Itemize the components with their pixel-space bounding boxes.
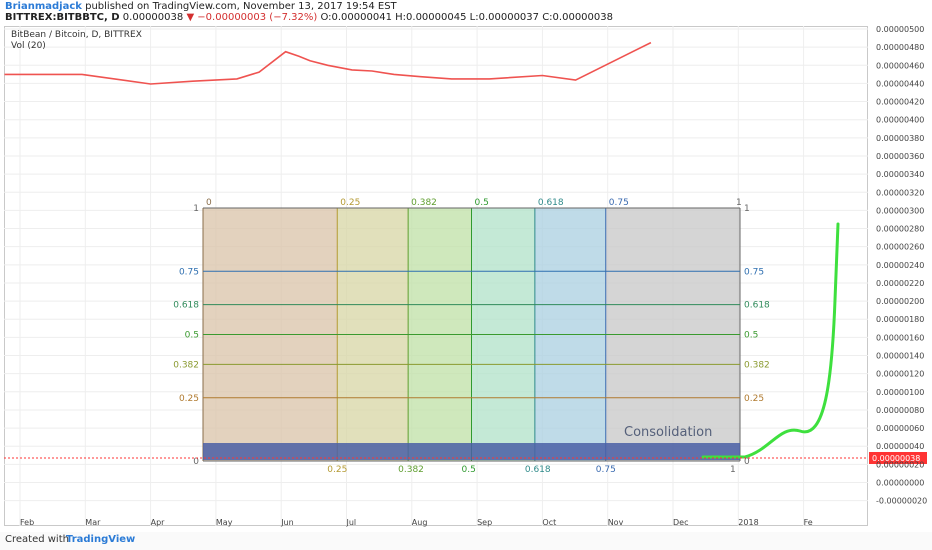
fib-time-label-top: 1 — [736, 198, 742, 208]
y-tick-label: 0.00000440 — [876, 79, 924, 88]
fib-time-label-bottom: 0.382 — [398, 465, 424, 475]
fib-price-label-left: 0.75 — [179, 267, 199, 277]
y-tick-label: 0.00000400 — [876, 116, 924, 125]
x-tick-label: Apr — [151, 518, 166, 527]
y-tick-label: 0.00000160 — [876, 333, 924, 342]
fib-price-label-right: 1 — [744, 204, 750, 214]
consolidation-band — [203, 443, 740, 460]
x-tick-label: Fe — [804, 518, 813, 527]
y-tick-label: 0.00000100 — [876, 388, 924, 397]
fib-time-label-bottom: 1 — [730, 465, 736, 475]
y-tick-label: 0.00000200 — [876, 297, 924, 306]
footer-bar: Created with TradingView — [0, 532, 932, 550]
fib-price-label-right: 0.5 — [744, 331, 758, 341]
fib-price-label-right: 0.75 — [744, 267, 764, 277]
chart-svg: 0 0.25 0.25 0.382 0.382 0.5 0.5 0.618 0.618 0.75 0… — [4, 25, 927, 527]
fib-time-label-top: 0.618 — [538, 198, 564, 208]
y-tick-label: 0.00000420 — [876, 98, 924, 107]
y-tick-label: 0.00000140 — [876, 352, 924, 361]
consolidation-annotation: Consolidation — [624, 425, 712, 440]
y-tick-label: 0.00000500 — [876, 25, 924, 34]
created-with-label: Created with — [5, 534, 69, 545]
fib-time-label-top: 0.5 — [475, 198, 489, 208]
volume-label: Vol (20) — [11, 41, 46, 51]
x-tick-label: May — [216, 518, 233, 527]
fib-price-label-left: 0.618 — [173, 301, 199, 311]
fib-price-label-left: 0.382 — [173, 360, 199, 370]
y-tick-label: 0.00000000 — [876, 479, 924, 488]
fib-price-label-right: 0.25 — [744, 394, 764, 404]
fib-price-label-left: 0.5 — [185, 331, 199, 341]
x-tick-label: Jul — [346, 518, 357, 527]
y-tick-label: 0.00000220 — [876, 279, 924, 288]
x-tick-label: Aug — [412, 518, 428, 527]
x-tick-label: Oct — [542, 518, 556, 527]
series-title: BitBean / Bitcoin, D, BITTREX — [11, 30, 142, 40]
y-tick-label: 0.00000020 — [876, 460, 924, 469]
fib-time-label-top: 0.25 — [340, 198, 360, 208]
y-tick-label: 0.00000360 — [876, 152, 924, 161]
chart-legend: BitBean / Bitcoin, D, BITTREX Vol (20) — [11, 30, 142, 52]
y-tick-label: 0.00000260 — [876, 243, 924, 252]
fib-price-label-right: 0.382 — [744, 360, 770, 370]
fib-time-label-bottom: 0.25 — [327, 465, 347, 475]
y-tick-label: 0.00000180 — [876, 315, 924, 324]
x-tick-label: Feb — [20, 518, 34, 527]
tradingview-logo[interactable]: TradingView — [66, 534, 135, 545]
y-tick-label: 0.00000300 — [876, 206, 924, 215]
x-tick-label: Mar — [85, 518, 101, 527]
y-tick-label: 0.00000120 — [876, 370, 924, 379]
fib-price-label-left: 1 — [193, 204, 199, 214]
fib-price-label-left: 0.25 — [179, 394, 199, 404]
y-tick-label: 0.00000380 — [876, 134, 924, 143]
y-tick-label: 0.00000320 — [876, 188, 924, 197]
x-tick-label: Jun — [280, 518, 294, 527]
fib-time-label-top: 0.75 — [609, 198, 629, 208]
fib-time-label-bottom: 0.5 — [462, 465, 476, 475]
y-tick-label: 0.00000460 — [876, 61, 924, 70]
y-tick-label: 0.00000240 — [876, 261, 924, 270]
y-tick-label: 0.00000060 — [876, 424, 924, 433]
fib-time-label-bottom: 0.618 — [525, 465, 551, 475]
fib-time-label-top: 0 — [206, 198, 212, 208]
fib-time-label-bottom: 0.75 — [596, 465, 616, 475]
y-tick-label: 0.00000340 — [876, 170, 924, 179]
x-tick-label: Nov — [608, 518, 624, 527]
fib-price-label-right: 0.618 — [744, 301, 770, 311]
x-tick-label: Dec — [673, 518, 688, 527]
x-tick-label: 2018 — [738, 518, 758, 527]
x-tick-label: Sep — [477, 518, 492, 527]
y-tick-label: -0.00000020 — [876, 497, 927, 506]
y-tick-label: 0.00000040 — [876, 442, 924, 451]
y-tick-label: 0.00000480 — [876, 43, 924, 52]
y-tick-label: 0.00000280 — [876, 225, 924, 234]
fib-time-label-top: 0.382 — [411, 198, 437, 208]
y-tick-label: 0.00000080 — [876, 406, 924, 415]
